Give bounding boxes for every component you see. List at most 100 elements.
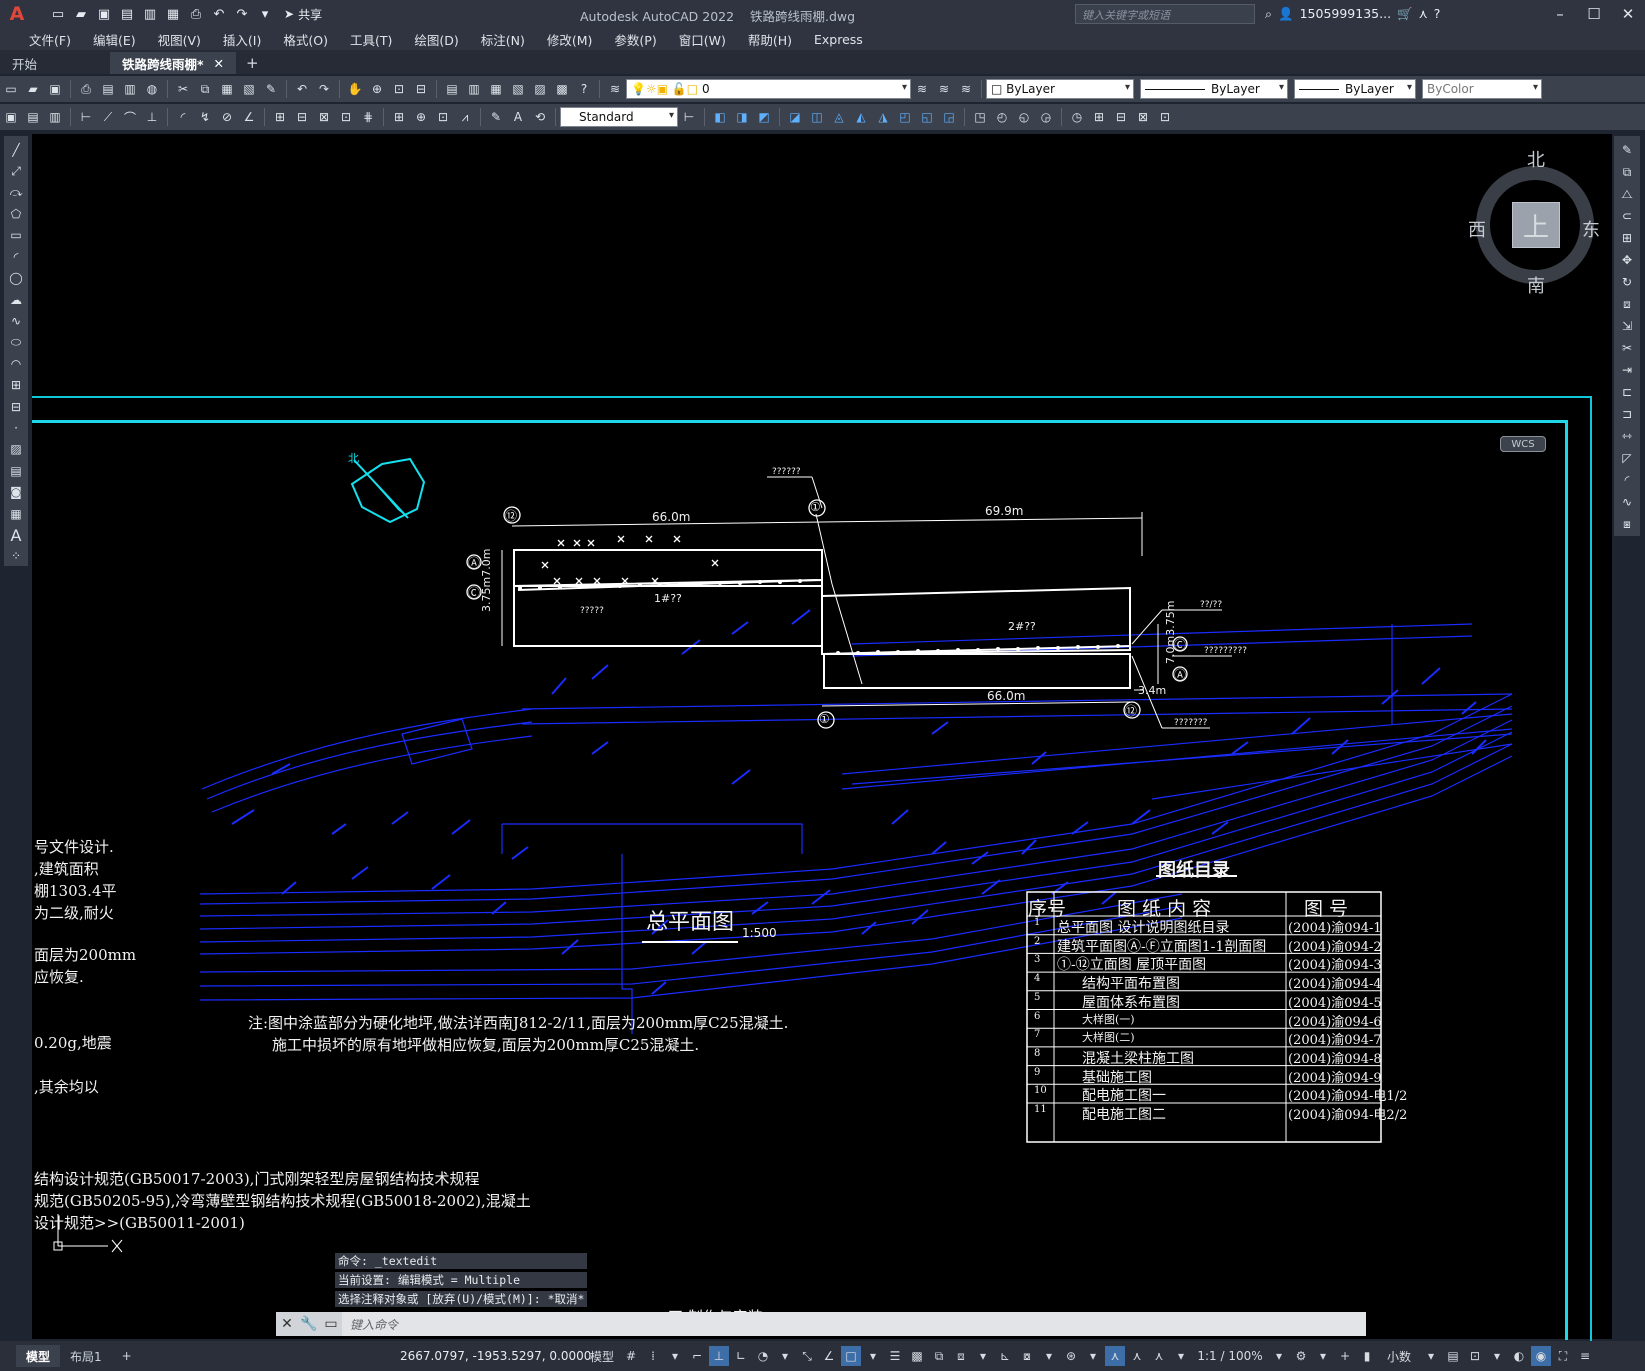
menu-item[interactable]: 工具(T)	[339, 30, 403, 49]
lock-ui-dropdown-icon[interactable]: ▾	[1487, 1346, 1507, 1366]
auto-scale-icon[interactable]: ⋏	[1127, 1346, 1147, 1366]
layer-manager-icon[interactable]: ≋	[605, 79, 625, 99]
zoom-previous-icon[interactable]: ⊟	[411, 79, 431, 99]
annotation-scale-icon[interactable]: ⋏	[1149, 1346, 1169, 1366]
otrack-icon[interactable]: ∠	[819, 1346, 839, 1366]
drawing-canvas[interactable]: 北 66.0m 69.9m 66.0m 3.75m7.0m 7.0m3.75m …	[32, 134, 1612, 1341]
menu-item[interactable]: 文件(F)	[18, 30, 82, 49]
add-selected-icon[interactable]: ⁘	[6, 547, 26, 566]
user-name[interactable]: 1505999135...	[1300, 6, 1391, 22]
layer-combo[interactable]: 💡☼▣ 🔓□ 0 ▾	[626, 79, 911, 99]
lineweight-combo[interactable]: ByLayer ▾	[1294, 79, 1416, 99]
save-file-icon[interactable]: ▣	[45, 79, 65, 99]
ucs-world-icon[interactable]: ⊞	[1089, 107, 1109, 127]
user-area[interactable]: ⌕ 👤 1505999135... 🛒 ⋏ ?	[1265, 6, 1440, 22]
annotation-monitor-icon[interactable]: +	[1335, 1346, 1355, 1366]
design-center-icon[interactable]: ▥	[464, 79, 484, 99]
minimize-icon[interactable]: –	[1543, 0, 1577, 28]
calculator-icon[interactable]: ▩	[552, 79, 572, 99]
join-icon[interactable]: ⇿	[1617, 426, 1637, 446]
viewcube[interactable]: 上 北 南 西 东	[1468, 146, 1600, 326]
lock-ui-icon[interactable]: ⊡	[1465, 1346, 1485, 1366]
clean-screen-icon[interactable]: ⛶	[1553, 1346, 1573, 1366]
gizmo-dropdown-icon[interactable]: ▾	[1083, 1346, 1103, 1366]
stack-icon[interactable]: ▥	[45, 107, 65, 127]
infer-icon[interactable]: ⌐	[687, 1346, 707, 1366]
close-icon[interactable]: ✕	[1611, 0, 1645, 28]
workspace-dropdown-icon[interactable]: ▾	[1313, 1346, 1333, 1366]
ucs-view-icon[interactable]: ⊠	[1133, 107, 1153, 127]
menu-item[interactable]: Express	[803, 32, 874, 47]
menu-item[interactable]: 格式(O)	[272, 30, 339, 49]
menu-item[interactable]: 窗口(W)	[668, 30, 737, 49]
text-edit-icon[interactable]: ▤	[23, 107, 43, 127]
menu-item[interactable]: 插入(I)	[212, 30, 272, 49]
spline-icon[interactable]: ∿	[6, 311, 26, 330]
extend-icon[interactable]: ⇥	[1617, 360, 1637, 380]
tolerance-icon[interactable]: ⊞	[389, 107, 409, 127]
3d-osnap-dropdown-icon[interactable]: ▾	[973, 1346, 993, 1366]
pan-icon[interactable]: ✋	[345, 79, 365, 99]
annotation-visibility-icon[interactable]: ⋏	[1105, 1346, 1125, 1366]
dim-space-icon[interactable]: ⊡	[336, 107, 356, 127]
workspace-gear-icon[interactable]: ⚙	[1291, 1346, 1311, 1366]
open-icon[interactable]: ▰	[71, 5, 91, 23]
command-close-icon[interactable]: ✕	[276, 1316, 298, 1332]
open-file-icon[interactable]: ▰	[23, 79, 43, 99]
menu-item[interactable]: 绘图(D)	[403, 30, 469, 49]
coordinates-readout[interactable]: 2667.0797, -1953.5297, 0.0000	[400, 1349, 591, 1363]
grid-icon[interactable]: #	[621, 1346, 641, 1366]
isolate-objects-icon[interactable]: ◐	[1509, 1346, 1529, 1366]
help-tb-icon[interactable]: ?	[574, 79, 594, 99]
stretch-icon[interactable]: ⇲	[1617, 316, 1637, 336]
properties-icon[interactable]: ▤	[442, 79, 462, 99]
mirror-icon[interactable]: ⧍	[1617, 184, 1637, 204]
preview-icon[interactable]: ▤	[98, 79, 118, 99]
tab-layout1[interactable]: 布局1	[60, 1345, 112, 1367]
solid-box-icon[interactable]: ◧	[710, 107, 730, 127]
units-dropdown-icon[interactable]: ▾	[1421, 1346, 1441, 1366]
quick-properties-icon[interactable]: ▤	[1443, 1346, 1463, 1366]
menu-item[interactable]: 标注(N)	[470, 30, 536, 49]
tab-close-icon[interactable]: ✕	[214, 56, 224, 71]
osnap-icon[interactable]: □	[841, 1346, 861, 1366]
circle-icon[interactable]: ◯	[6, 268, 26, 287]
presspull-icon[interactable]: ◮	[873, 107, 893, 127]
menu-item[interactable]: 参数(P)	[603, 30, 667, 49]
import-icon[interactable]: ▥	[140, 5, 160, 23]
arc-dim-icon[interactable]: ⌒	[120, 107, 140, 127]
plot-icon[interactable]: ⎙	[76, 79, 96, 99]
ucs-face-icon[interactable]: ⊟	[1111, 107, 1131, 127]
explode-icon[interactable]: ⧆	[1617, 514, 1637, 534]
break-point-icon[interactable]: ⊏	[1617, 382, 1637, 402]
chamfer-icon[interactable]: ◸	[1617, 448, 1637, 468]
mtext-icon[interactable]: A	[6, 525, 26, 545]
units-readout[interactable]: 小数	[1379, 1346, 1419, 1366]
trim-icon[interactable]: ✂	[1617, 338, 1637, 358]
shade-icon[interactable]: ◳	[970, 107, 990, 127]
solid-cone-icon[interactable]: ◩	[754, 107, 774, 127]
search-input[interactable]: 键入关键字或短语	[1075, 4, 1255, 24]
ordinate-dim-icon[interactable]: ⊥	[142, 107, 162, 127]
dim-edit-icon[interactable]: ✎	[486, 107, 506, 127]
baseline-dim-icon[interactable]: ⊟	[292, 107, 312, 127]
redo-tb-icon[interactable]: ↷	[314, 79, 334, 99]
customize-dropdown-icon[interactable]: ▾	[255, 5, 275, 23]
erase-icon[interactable]: ✎	[1617, 140, 1637, 160]
markup-icon[interactable]: ▨	[530, 79, 550, 99]
revolve-icon[interactable]: ◫	[807, 107, 827, 127]
help-icon[interactable]: ?	[1434, 6, 1441, 22]
transparency-icon[interactable]: ▩	[907, 1346, 927, 1366]
subtract-icon[interactable]: ◱	[917, 107, 937, 127]
sweep-icon[interactable]: ◬	[829, 107, 849, 127]
angular-dim-icon[interactable]: ∠	[239, 107, 259, 127]
dim-text-edit-icon[interactable]: A	[508, 107, 528, 127]
inspect-icon[interactable]: ⊡	[433, 107, 453, 127]
share-button[interactable]: ➤ 共享	[284, 6, 322, 23]
polar-dropdown-icon[interactable]: ▾	[775, 1346, 795, 1366]
compass-north[interactable]: 北	[1527, 146, 1545, 172]
scale-readout[interactable]: 1:1 / 100%	[1193, 1346, 1267, 1366]
rotate-icon[interactable]: ↻	[1617, 272, 1637, 292]
print-icon[interactable]: ⎙	[186, 5, 206, 23]
break-icon[interactable]: ⊐	[1617, 404, 1637, 424]
